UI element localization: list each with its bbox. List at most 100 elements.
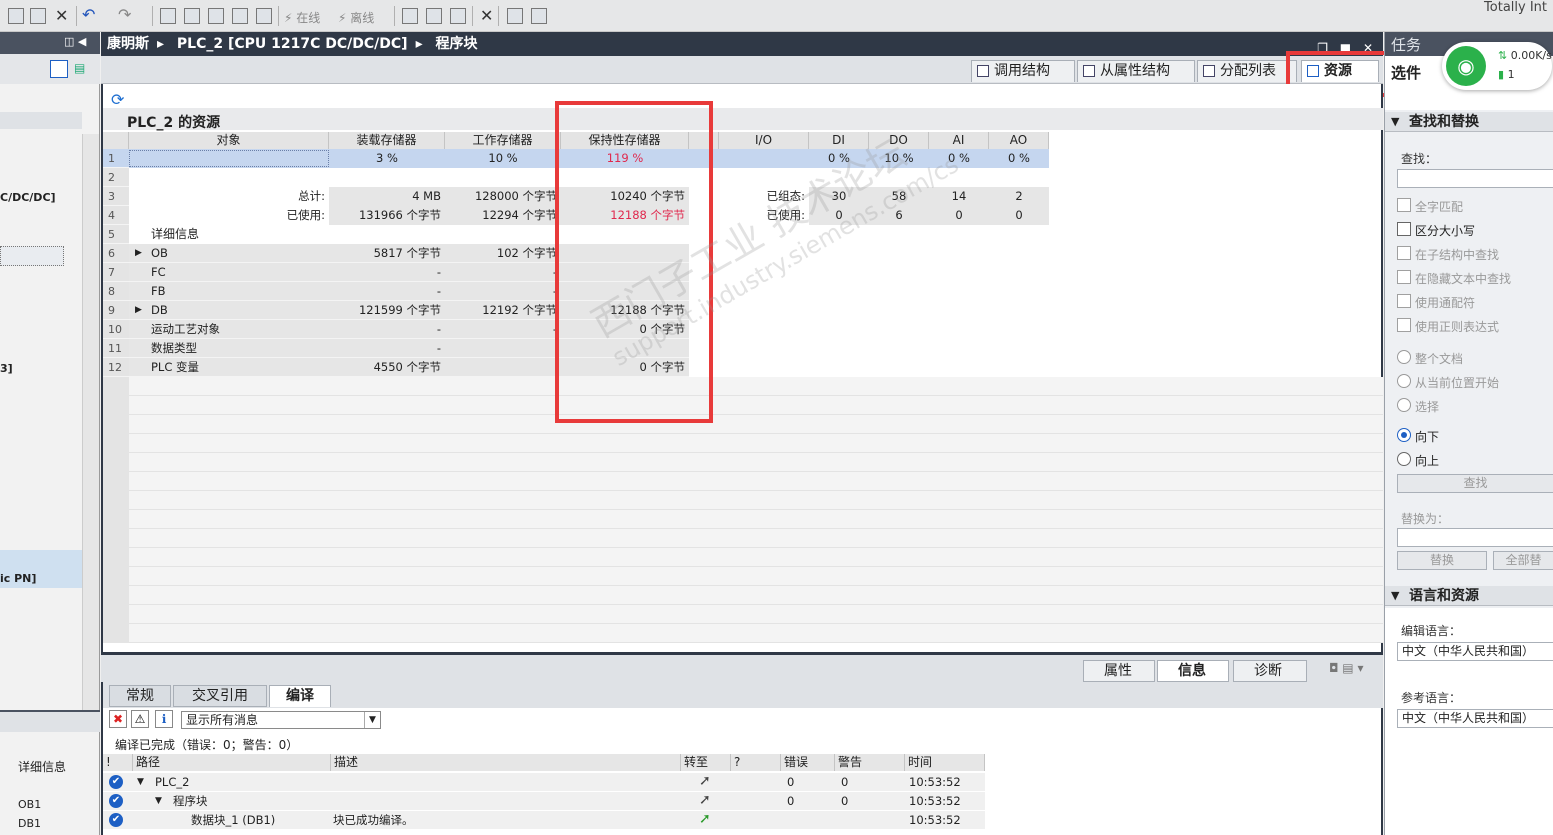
- row-label-fb[interactable]: FB: [151, 282, 329, 301]
- collapse-arrow-icon[interactable]: ▼: [155, 792, 162, 811]
- subtab-compile[interactable]: 编译: [269, 685, 331, 707]
- msg-path[interactable]: PLC_2: [155, 773, 189, 792]
- split-horizontal-icon[interactable]: [507, 8, 523, 24]
- detail-db1[interactable]: DB1: [18, 817, 41, 830]
- table-cell-object[interactable]: [129, 150, 329, 167]
- tab-info[interactable]: 信息: [1157, 660, 1229, 682]
- col-errors[interactable]: 错误: [781, 754, 835, 771]
- redo-icon[interactable]: ↷: [118, 5, 131, 24]
- show-errors-icon[interactable]: ✖: [109, 710, 127, 728]
- col-help[interactable]: ?: [731, 754, 781, 771]
- col-object[interactable]: 对象: [129, 132, 329, 149]
- reference-language-select[interactable]: 中文（中华人民共和国）: [1397, 709, 1553, 728]
- tab-properties[interactable]: 属性: [1083, 660, 1155, 682]
- col-load-memory[interactable]: 装载存储器: [329, 132, 445, 149]
- row-label-db[interactable]: DB: [151, 301, 329, 320]
- scope-whole-document-radio[interactable]: [1397, 350, 1411, 364]
- scope-from-current-radio[interactable]: [1397, 374, 1411, 388]
- tree-scrollbar[interactable]: [82, 134, 99, 710]
- tab-dependency-structure[interactable]: 从属性结构: [1077, 60, 1195, 82]
- tree-item-cpu[interactable]: C/DC/DC]: [0, 188, 82, 207]
- expand-arrow-icon[interactable]: ▶: [135, 301, 147, 320]
- col-time[interactable]: 时间: [905, 754, 985, 771]
- find-button[interactable]: 查找: [1397, 474, 1553, 493]
- row-label-fc[interactable]: FC: [151, 263, 329, 282]
- dropdown-icon[interactable]: ▼: [364, 712, 380, 728]
- delete-icon[interactable]: ✕: [55, 6, 68, 25]
- col-di[interactable]: DI: [809, 132, 869, 149]
- accessible-devices-icon[interactable]: [402, 8, 418, 24]
- cross-references-icon[interactable]: ✕: [480, 6, 493, 25]
- direction-up-radio[interactable]: [1397, 452, 1411, 466]
- direction-down-radio[interactable]: [1397, 428, 1411, 442]
- tree-item-selected[interactable]: [0, 246, 64, 266]
- row-label-datatypes[interactable]: 数据类型: [151, 339, 329, 358]
- paste-icon[interactable]: [30, 8, 46, 24]
- go-online-button[interactable]: ⚡ 在线: [284, 9, 320, 26]
- copy-icon[interactable]: [8, 8, 24, 24]
- col-warnings[interactable]: 警告: [835, 754, 905, 771]
- show-warnings-icon[interactable]: ⚠: [131, 710, 149, 728]
- row-label-ob[interactable]: OB: [151, 244, 329, 263]
- replace-input[interactable]: [1397, 528, 1553, 547]
- whole-word-checkbox[interactable]: [1397, 198, 1411, 212]
- collapse-icon[interactable]: ◫ ◀: [64, 35, 86, 48]
- undo-icon[interactable]: ↶: [82, 5, 95, 24]
- download-icon[interactable]: [184, 8, 200, 24]
- wildcards-checkbox[interactable]: [1397, 294, 1411, 308]
- languages-resources-section[interactable]: ▼ 语言和资源: [1385, 586, 1553, 606]
- col-ao[interactable]: AO: [989, 132, 1049, 149]
- add-device-icon[interactable]: ▤: [74, 61, 85, 75]
- msg-path[interactable]: 数据块_1 (DB1): [191, 811, 275, 830]
- search-substructures-checkbox[interactable]: [1397, 246, 1411, 260]
- start-cpu-icon[interactable]: [426, 8, 442, 24]
- view-icon[interactable]: [50, 60, 68, 78]
- upload-icon[interactable]: [208, 8, 224, 24]
- edit-language-select[interactable]: 中文（中华人民共和国）: [1397, 642, 1553, 661]
- subtab-cross-references[interactable]: 交叉引用: [173, 685, 267, 707]
- collapse-arrow-icon[interactable]: ▼: [137, 773, 144, 792]
- row-label-plc-tags[interactable]: PLC 变量: [151, 358, 329, 377]
- options-label[interactable]: 选件: [1391, 62, 1421, 83]
- col-path[interactable]: 路径: [133, 754, 331, 771]
- detail-ob1[interactable]: OB1: [18, 798, 41, 811]
- subtab-general[interactable]: 常规: [109, 685, 171, 707]
- compile-icon[interactable]: [160, 8, 176, 24]
- tab-diagnostics[interactable]: 诊断: [1233, 660, 1307, 682]
- split-vertical-icon[interactable]: [531, 8, 547, 24]
- col-ai[interactable]: AI: [929, 132, 989, 149]
- expand-arrow-icon[interactable]: ▶: [135, 244, 147, 263]
- simulate-icon[interactable]: [256, 8, 272, 24]
- inspector-window-controls[interactable]: ◘ ▤ ▾: [1329, 661, 1363, 675]
- col-work-memory[interactable]: 工作存储器: [445, 132, 561, 149]
- match-case-checkbox[interactable]: [1397, 222, 1411, 236]
- goto-arrow-icon[interactable]: ➚: [699, 772, 711, 791]
- col-io[interactable]: I/O: [719, 132, 809, 149]
- tab-assignment-list[interactable]: 分配列表: [1197, 60, 1297, 82]
- row-label-motion[interactable]: 运动工艺对象: [151, 320, 329, 339]
- col-goto[interactable]: 转至: [681, 754, 731, 771]
- scope-selection-radio[interactable]: [1397, 398, 1411, 412]
- breadcrumb-folder[interactable]: 程序块: [435, 36, 477, 52]
- go-offline-button[interactable]: ⚡ 离线: [338, 9, 374, 26]
- save-icon[interactable]: [232, 8, 248, 24]
- tree-item-network[interactable]: ic PN]: [0, 569, 82, 588]
- goto-arrow-icon[interactable]: ➚: [699, 791, 711, 810]
- tree-item-module[interactable]: 3]: [0, 359, 82, 378]
- goto-arrow-icon[interactable]: ➚: [699, 810, 711, 829]
- tab-call-structure[interactable]: 调用结构: [971, 60, 1075, 82]
- col-description[interactable]: 描述: [331, 754, 681, 771]
- breadcrumb-device[interactable]: PLC_2 [CPU 1217C DC/DC/DC]: [177, 36, 408, 52]
- message-filter-select[interactable]: 显示所有消息 ▼: [181, 711, 381, 729]
- stop-cpu-icon[interactable]: [450, 8, 466, 24]
- regex-checkbox[interactable]: [1397, 318, 1411, 332]
- col-status[interactable]: !: [103, 754, 133, 771]
- refresh-icon[interactable]: ⟳: [111, 90, 124, 109]
- col-do[interactable]: DO: [869, 132, 929, 149]
- replace-all-button[interactable]: 全部替: [1493, 551, 1553, 570]
- search-hidden-checkbox[interactable]: [1397, 270, 1411, 284]
- replace-button[interactable]: 替换: [1397, 551, 1487, 570]
- find-input[interactable]: [1397, 169, 1553, 188]
- show-info-icon[interactable]: ℹ: [155, 710, 173, 728]
- breadcrumb-project[interactable]: 康明斯: [107, 36, 149, 52]
